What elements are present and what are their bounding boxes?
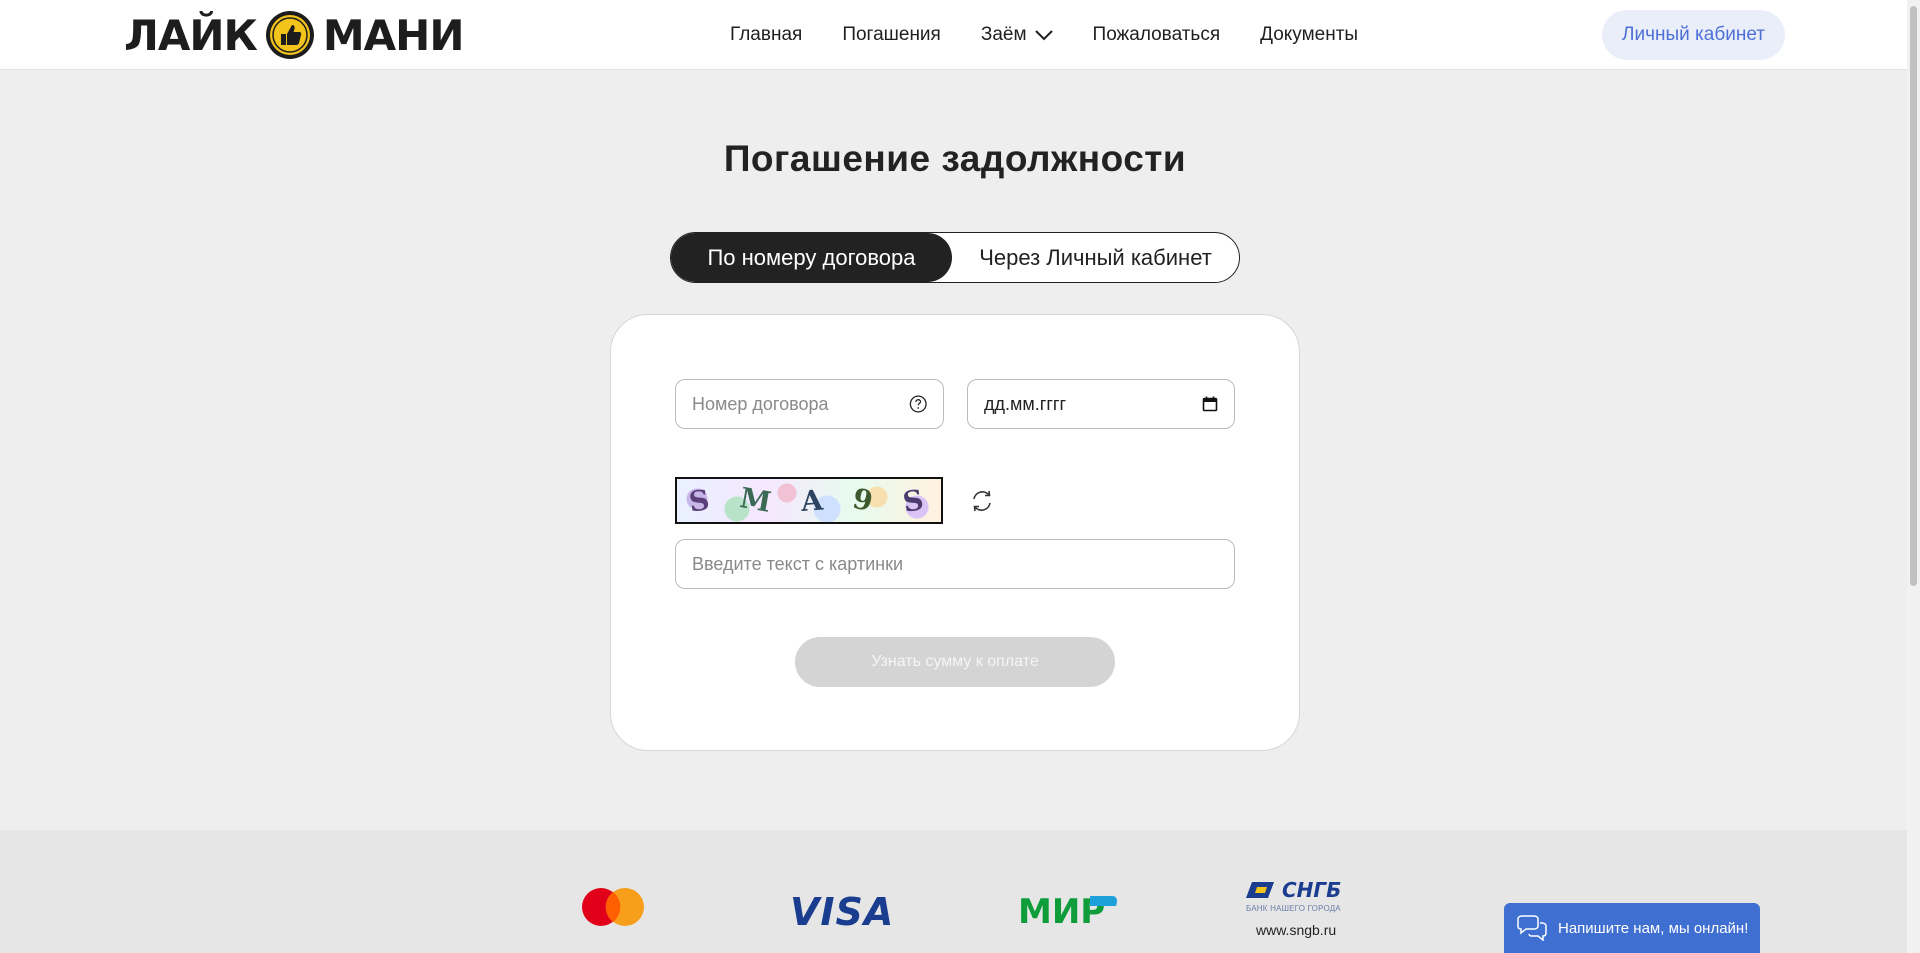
site-logo[interactable]: ЛАЙК МАНИ (124, 10, 465, 60)
repayment-form-card: дд.мм.гггг S M A 9 S Узнать сумму к опла… (610, 314, 1300, 751)
get-amount-button[interactable]: Узнать сумму к оплате (795, 637, 1115, 687)
sngb-logo: СНГБ БАНК НАШЕГО ГОРОДА (1246, 878, 1350, 913)
personal-cabinet-button[interactable]: Личный кабинет (1602, 10, 1785, 60)
logo-text-left: ЛАЙК (124, 10, 258, 60)
chat-bubbles-icon (1517, 915, 1547, 941)
sngb-text: СНГБ (1282, 878, 1342, 902)
sngb-link[interactable]: www.sngb.ru (1256, 922, 1336, 938)
nav-label: Погашения (842, 24, 941, 45)
date-field[interactable]: дд.мм.гггг (967, 379, 1235, 429)
contract-number-field (675, 379, 944, 429)
captcha-char: M (737, 481, 780, 520)
thumbs-up-coin-icon (265, 11, 314, 59)
scrollbar-thumb[interactable] (1910, 6, 1917, 586)
nav-label: Документы (1260, 24, 1359, 45)
captcha-char: 9 (849, 481, 882, 520)
chevron-down-icon (1034, 30, 1053, 41)
page-title: Погашение задолжности (723, 138, 1187, 179)
tab-via-personal-cabinet[interactable]: Через Личный кабинет (952, 233, 1239, 282)
nav-label: Главная (730, 24, 803, 45)
captcha-char: S (899, 481, 932, 520)
help-icon[interactable] (909, 394, 927, 414)
sngb-mark-icon (1246, 882, 1274, 898)
refresh-icon[interactable] (969, 488, 995, 514)
nav-item-repayments[interactable]: Погашения (842, 24, 941, 46)
sngb-brand: СНГБ (1246, 878, 1350, 902)
captcha-char: A (799, 483, 830, 518)
date-input[interactable]: дд.мм.гггг (984, 394, 1066, 415)
captcha-input[interactable] (692, 553, 1218, 575)
mir-logo: МИР (1018, 892, 1117, 926)
captcha-field (675, 539, 1235, 589)
site-header: ЛАЙК МАНИ Главная Погашения Заём Пожалов… (0, 0, 1920, 70)
captcha-image: S M A 9 S (675, 477, 943, 524)
nav-item-loan[interactable]: Заём (981, 24, 1053, 46)
nav-label: Пожаловаться (1092, 24, 1221, 45)
visa-logo: VISA (790, 890, 895, 934)
captcha-char: S (686, 482, 718, 519)
contract-number-input[interactable] (692, 393, 909, 415)
mastercard-logo (582, 888, 644, 926)
page-scrollbar[interactable] (1907, 0, 1920, 953)
nav-item-documents[interactable]: Документы (1260, 24, 1358, 46)
sngb-tagline: БАНК НАШЕГО ГОРОДА (1246, 904, 1341, 913)
logo-text-right: МАНИ (322, 10, 465, 60)
nav-item-complain[interactable]: Пожаловаться (1093, 24, 1221, 46)
nav-label: Заём (980, 24, 1027, 45)
tab-by-contract-number[interactable]: По номеру договора (671, 233, 952, 282)
nav-item-home[interactable]: Главная (730, 24, 802, 46)
captcha-text: S M A 9 S (677, 479, 941, 522)
online-chat-button[interactable]: Напишите нам, мы онлайн! (1504, 903, 1760, 953)
repayment-method-toggle: По номеру договора Через Личный кабинет (670, 232, 1240, 283)
chat-label: Напишите нам, мы онлайн! (1558, 919, 1749, 937)
main-nav: Главная Погашения Заём Пожаловаться Доку… (730, 0, 1358, 70)
calendar-icon[interactable] (1202, 396, 1218, 412)
